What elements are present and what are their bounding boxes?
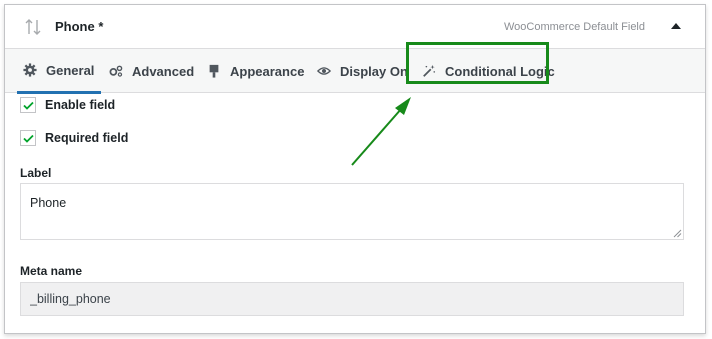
enable-field-row: Enable field xyxy=(20,97,115,113)
meta-name-caption: Meta name xyxy=(20,264,83,278)
tab-label: General xyxy=(46,62,95,78)
enable-field-label: Enable field xyxy=(45,98,116,112)
tab-general[interactable]: General xyxy=(17,49,101,94)
eye-icon xyxy=(317,67,331,75)
required-field-checkbox[interactable] xyxy=(20,130,36,146)
label-textarea[interactable]: Phone xyxy=(20,183,684,240)
sort-icon[interactable] xyxy=(25,18,41,36)
gear-icon xyxy=(23,63,37,77)
highlight-box xyxy=(406,42,549,84)
paint-brush-icon xyxy=(209,64,219,78)
tab-label: Appearance xyxy=(230,63,305,79)
field-title: Phone * xyxy=(55,19,104,34)
collapse-toggle-icon[interactable] xyxy=(669,20,683,32)
label-caption: Label xyxy=(20,166,52,180)
enable-field-checkbox[interactable] xyxy=(20,97,36,113)
tab-bar: General Advanced Appearance Display On C… xyxy=(5,49,705,94)
meta-name-input[interactable] xyxy=(20,282,684,316)
tab-display-on[interactable]: Display On xyxy=(313,49,412,93)
required-field-row: Required field xyxy=(20,130,128,146)
required-field-label: Required field xyxy=(45,131,129,145)
check-icon xyxy=(22,101,34,110)
tab-label: Advanced xyxy=(132,63,195,79)
field-header[interactable]: Phone * WooCommerce Default Field xyxy=(5,5,705,49)
gears-icon xyxy=(109,65,123,77)
tab-label: Display On xyxy=(340,63,408,79)
tab-appearance[interactable]: Appearance xyxy=(203,49,308,93)
field-type-label: WooCommerce Default Field xyxy=(503,21,645,33)
tab-advanced[interactable]: Advanced xyxy=(105,49,198,93)
check-icon xyxy=(22,134,34,143)
